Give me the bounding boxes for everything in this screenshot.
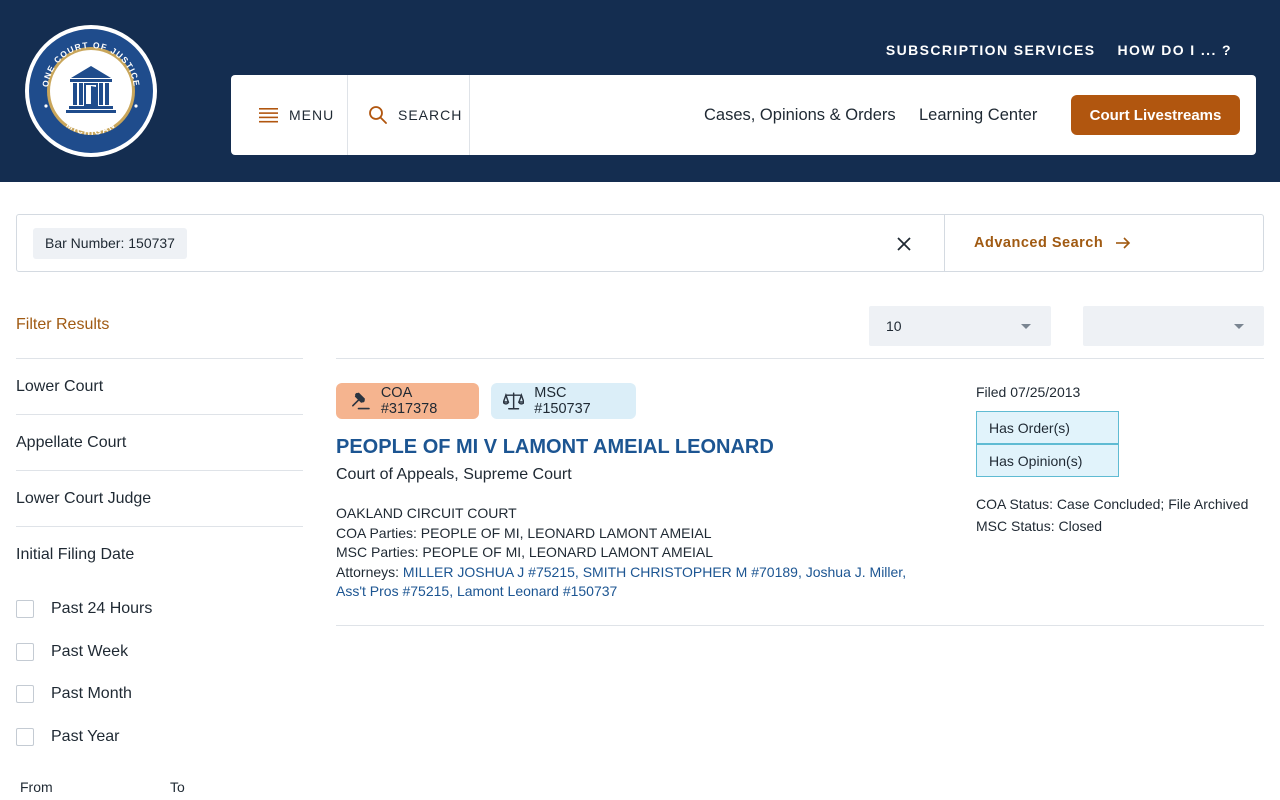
filter-results-heading: Filter Results [16,316,110,333]
michigan-courts-seal-logo[interactable]: ONE COURT OF JUSTICE MICHIGAN [24,24,158,158]
chevron-down-icon [1234,324,1244,329]
advanced-search-link[interactable]: Advanced Search [944,215,1264,271]
subscription-services-link[interactable]: SUBSCRIPTION SERVICES [886,42,1096,58]
utility-nav: SUBSCRIPTION SERVICES HOW DO I ... ? [886,42,1232,58]
hamburger-menu-icon [259,108,278,123]
past-week-label: Past Week [51,643,129,660]
past-year-label: Past Year [51,728,120,745]
nav-learning-center[interactable]: Learning Center [919,106,1037,125]
has-orders-tag[interactable]: Has Order(s) [976,411,1119,444]
menu-button[interactable]: MENU [231,75,348,155]
arrow-right-icon [1116,237,1131,249]
gavel-icon [352,392,370,410]
attorney-link[interactable]: SMITH CHRISTOPHER M #70189 [583,564,798,580]
coa-status: COA Status: Case Concluded; File Archive… [976,496,1249,512]
search-icon [369,106,387,124]
nav-cases-opinions-orders[interactable]: Cases, Opinions & Orders [704,106,896,125]
to-date-label: To [170,779,185,795]
attorney-link[interactable]: Lamont Leonard #150737 [457,583,617,599]
page-size-select[interactable]: 10 [869,306,1051,346]
past-month-label: Past Month [51,685,132,702]
main-navbar: MENU SEARCH Cases, Opinions & Orders Lea… [231,75,1256,155]
attorneys-label: Attorneys: [336,563,403,580]
search-button[interactable]: SEARCH [348,75,470,155]
advanced-search-label: Advanced Search [974,235,1104,251]
page-size-value: 10 [886,318,902,334]
scales-of-justice-icon [503,392,525,410]
filter-past-month[interactable]: Past Month [16,685,132,703]
site-header: ONE COURT OF JUSTICE MICHIGAN SUBSCRIPTI… [0,0,1280,182]
lower-court-text: OAKLAND CIRCUIT COURT [336,505,517,521]
attorney-separator: , [574,563,583,580]
clear-search-button[interactable] [891,231,917,257]
filter-past-week[interactable]: Past Week [16,643,128,661]
msc-case-badge[interactable]: MSC #150737 [491,383,636,419]
case-courts: Court of Appeals, Supreme Court [336,466,572,483]
attorney-separator: , [449,583,457,600]
filter-lower-court-judge[interactable]: Lower Court Judge [16,470,303,526]
msc-case-number: MSC #150737 [534,385,591,417]
coa-case-badge[interactable]: COA #317378 [336,383,479,419]
sort-select[interactable] [1083,306,1264,346]
msc-parties-text: MSC Parties: PEOPLE OF MI, LEONARD LAMON… [336,544,714,561]
has-opinions-tag[interactable]: Has Opinion(s) [976,444,1119,477]
case-details: OAKLAND CIRCUIT COURT COA Parties: PEOPL… [336,504,926,602]
court-livestreams-button[interactable]: Court Livestreams [1071,95,1240,135]
result-bottom-divider [336,625,1264,626]
search-label: SEARCH [398,107,463,123]
attorneys-text: Attorneys: MILLER JOSHUA J #75215, SMITH… [336,563,926,602]
coa-case-number: COA #317378 [380,385,438,417]
case-title-link[interactable]: PEOPLE OF MI V LAMONT AMEIAL LEONARD [336,436,774,459]
how-do-i-link[interactable]: HOW DO I ... ? [1118,42,1232,58]
coa-parties-text: COA Parties: PEOPLE OF MI, LEONARD LAMON… [336,524,712,541]
past-week-checkbox[interactable] [16,643,34,661]
past-24-hours-label: Past 24 Hours [51,600,153,617]
past-year-checkbox[interactable] [16,728,34,746]
msc-status: MSC Status: Closed [976,518,1103,534]
filter-past-year[interactable]: Past Year [16,728,120,746]
filter-past-24-hours[interactable]: Past 24 Hours [16,600,152,618]
chevron-down-icon [1021,324,1031,329]
filter-initial-filing-date[interactable]: Initial Filing Date [16,526,303,582]
menu-label: MENU [289,107,335,123]
past-month-checkbox[interactable] [16,685,34,703]
search-filter-chip[interactable]: Bar Number: 150737 [33,228,187,259]
past-24-hours-checkbox[interactable] [16,600,34,618]
results-top-divider [336,358,1264,359]
filter-lower-court[interactable]: Lower Court [16,358,303,414]
close-icon [897,237,911,251]
from-date-label: From [20,779,53,795]
attorney-separator: , [797,563,806,580]
attorney-link[interactable]: MILLER JOSHUA J #75215 [403,564,575,580]
filter-appellate-court[interactable]: Appellate Court [16,414,303,470]
search-bar: Bar Number: 150737 Advanced Search [16,214,1264,272]
filed-date: Filed 07/25/2013 [976,384,1081,400]
